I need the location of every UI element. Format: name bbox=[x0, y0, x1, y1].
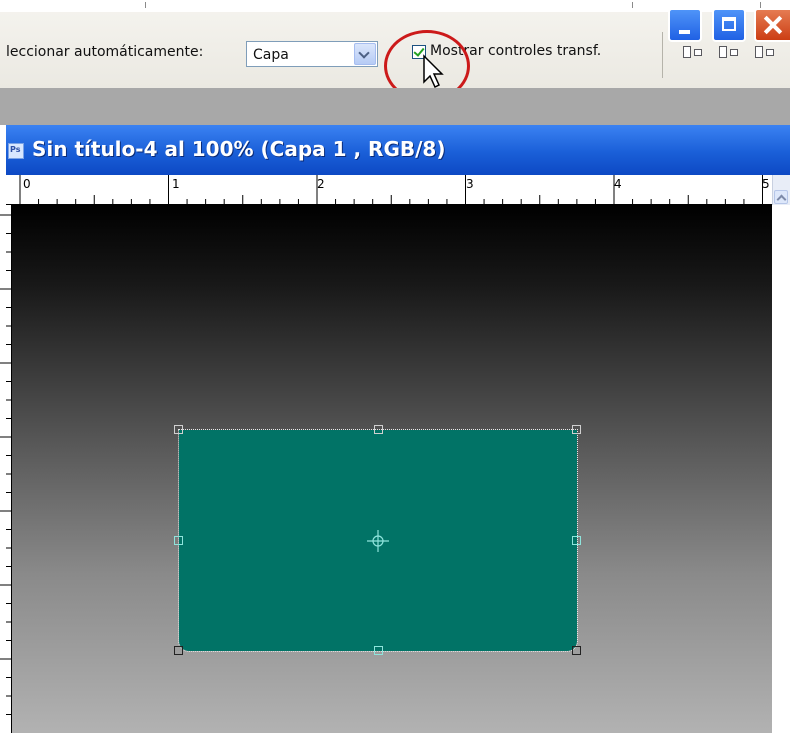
transform-handle-right[interactable] bbox=[572, 536, 581, 545]
align-vertical-center-icon[interactable] bbox=[716, 46, 742, 58]
transform-handle-bottom[interactable] bbox=[374, 646, 383, 655]
auto-select-label: leccionar automáticamente: bbox=[6, 44, 204, 60]
ruler-vertical[interactable] bbox=[0, 205, 12, 733]
document-title: Sin título-4 al 100% (Capa 1 , RGB/8) bbox=[32, 137, 446, 161]
ruler-label: 3 bbox=[466, 177, 474, 191]
divider bbox=[632, 2, 633, 8]
auto-select-value: Capa bbox=[253, 47, 289, 63]
ruler-ticks bbox=[6, 175, 772, 205]
ruler-horizontal[interactable]: 0 1 2 3 4 5 bbox=[6, 175, 790, 205]
scroll-up-button[interactable] bbox=[774, 190, 788, 204]
align-buttons bbox=[680, 46, 778, 58]
vertical-scrollbar[interactable] bbox=[772, 205, 790, 733]
transform-center-icon[interactable] bbox=[367, 530, 389, 552]
maximize-button[interactable] bbox=[712, 8, 746, 42]
divider bbox=[145, 2, 146, 8]
transform-handle-bottom-right[interactable] bbox=[572, 646, 581, 655]
transform-handle-bottom-left[interactable] bbox=[174, 646, 183, 655]
document-titlebar[interactable]: Sin título-4 al 100% (Capa 1 , RGB/8) bbox=[6, 125, 790, 175]
auto-select-dropdown[interactable]: Capa bbox=[246, 41, 378, 67]
transform-handle-top[interactable] bbox=[374, 425, 383, 434]
separator bbox=[662, 32, 663, 78]
ruler-label: 5 bbox=[762, 177, 770, 191]
transform-handle-top-left[interactable] bbox=[174, 425, 183, 434]
minimize-button[interactable] bbox=[668, 8, 702, 42]
workspace-background bbox=[0, 88, 790, 125]
ruler-label: 2 bbox=[317, 177, 325, 191]
transform-handle-left[interactable] bbox=[174, 536, 183, 545]
mouse-cursor-icon bbox=[423, 54, 444, 89]
chevron-down-icon[interactable] bbox=[354, 43, 376, 65]
close-button[interactable] bbox=[754, 8, 790, 42]
ruler-label: 1 bbox=[172, 177, 180, 191]
ruler-label: 4 bbox=[614, 177, 622, 191]
ruler-label: 0 bbox=[23, 177, 31, 191]
ruler-ticks bbox=[0, 205, 12, 733]
transform-handle-top-right[interactable] bbox=[572, 425, 581, 434]
align-top-icon[interactable] bbox=[680, 46, 706, 58]
photoshop-doc-icon bbox=[8, 143, 24, 159]
align-bottom-icon[interactable] bbox=[752, 46, 778, 58]
